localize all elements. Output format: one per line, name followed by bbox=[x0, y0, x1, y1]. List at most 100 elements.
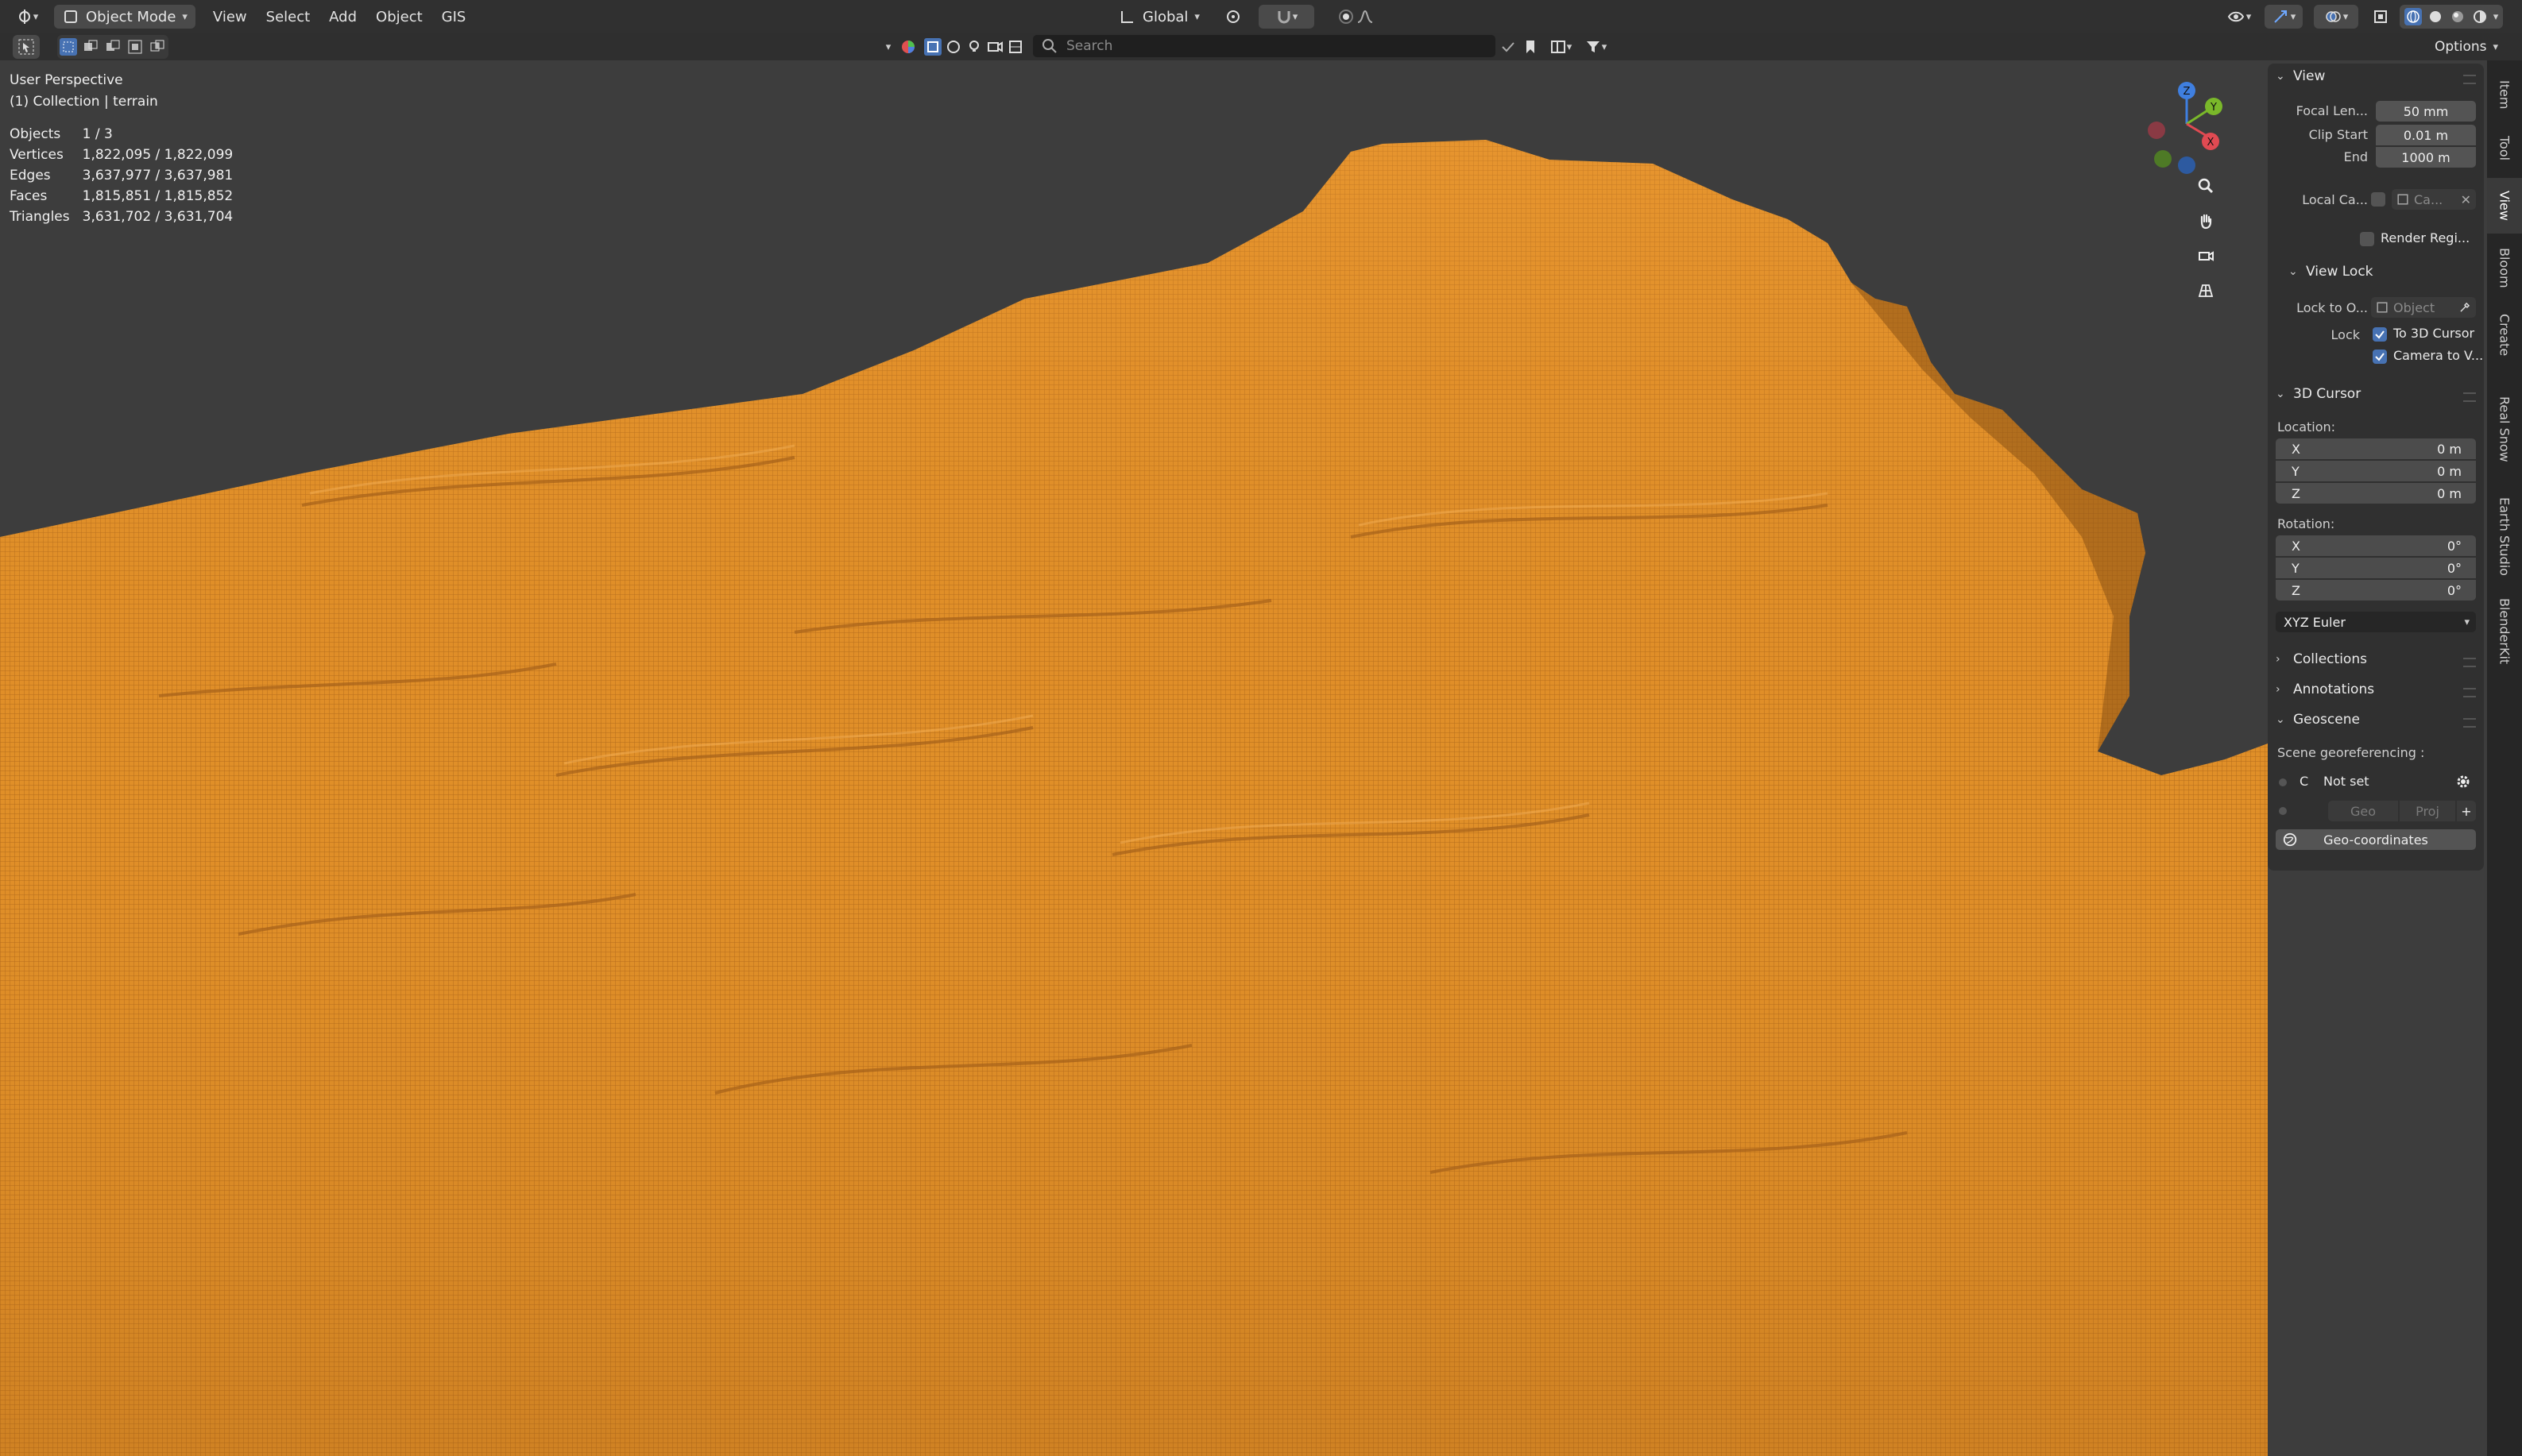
scene-statistics: Objects 1 / 3 Vertices 1,822,095 / 1,822… bbox=[10, 124, 246, 227]
focal-length-field[interactable]: 50 mm bbox=[2376, 101, 2476, 122]
mode-dropdown[interactable]: Object Mode ▾ bbox=[54, 5, 195, 29]
menu-object[interactable]: Object bbox=[366, 3, 432, 30]
geoscene-section-header[interactable]: ⌄ Geoscene bbox=[2276, 712, 2360, 728]
camera-view-button[interactable] bbox=[2190, 240, 2222, 272]
light-filter-icon[interactable] bbox=[965, 38, 983, 56]
view-section-header[interactable]: ⌄ View bbox=[2276, 68, 2325, 84]
display-mode-dropdown[interactable]: ▾ bbox=[1543, 35, 1578, 59]
zoom-button[interactable] bbox=[2190, 170, 2222, 202]
options-dropdown[interactable]: Options ▾ bbox=[2427, 35, 2506, 59]
gizmo-y-label: Y bbox=[2210, 102, 2217, 114]
view-lock-section-header[interactable]: ⌄ View Lock bbox=[2288, 264, 2373, 280]
axis-label: Z bbox=[2292, 485, 2300, 501]
material-shading-icon[interactable] bbox=[2449, 8, 2466, 25]
proj-button[interactable]: Proj bbox=[2400, 801, 2455, 821]
drag-handle-icon[interactable] bbox=[2463, 75, 2476, 84]
overlays-toggle[interactable]: ▾ bbox=[2314, 5, 2358, 29]
falloff-dropdown[interactable] bbox=[1351, 5, 1379, 29]
tab-tool[interactable]: Tool bbox=[2487, 124, 2522, 173]
3d-cursor-section-header[interactable]: ⌄ 3D Cursor bbox=[2276, 386, 2361, 402]
3d-viewport[interactable]: User Perspective (1) Collection | terrai… bbox=[0, 60, 2268, 1456]
rotation-mode-dropdown[interactable]: XYZ Euler ▾ bbox=[2276, 612, 2476, 632]
mesh-filter-icon[interactable] bbox=[924, 38, 942, 56]
chevron-down-icon: ⌄ bbox=[2276, 388, 2285, 400]
cursor-location-z[interactable]: Z 0 m bbox=[2276, 483, 2476, 504]
chevron-down-icon: ⌄ bbox=[2276, 713, 2285, 726]
editor-type-button[interactable]: ▾ bbox=[11, 5, 43, 29]
pivot-point-button[interactable] bbox=[1216, 5, 1251, 29]
stat-label: Edges bbox=[10, 168, 51, 183]
render-region-checkbox[interactable] bbox=[2360, 232, 2374, 246]
transform-orientation-dropdown[interactable]: Global ▾ bbox=[1119, 5, 1200, 29]
tab-real-snow[interactable]: Real Snow bbox=[2487, 373, 2522, 485]
xray-toggle[interactable] bbox=[2369, 5, 2392, 29]
lock-to-object-label: Lock to O... bbox=[2296, 300, 2368, 315]
solid-shading-icon[interactable] bbox=[2427, 8, 2444, 25]
clip-end-field[interactable]: 1000 m bbox=[2376, 147, 2476, 168]
georef-settings-button[interactable] bbox=[2452, 770, 2474, 793]
menu-view[interactable]: View bbox=[203, 3, 257, 30]
cursor-location-x[interactable]: X 0 m bbox=[2276, 438, 2476, 459]
visibility-dropdown[interactable]: ▾ bbox=[2220, 5, 2258, 29]
to-3d-cursor-checkbox[interactable] bbox=[2373, 327, 2387, 342]
navigation-gizmo[interactable]: Z Y X bbox=[2137, 76, 2241, 187]
cursor-rotation-x[interactable]: X 0° bbox=[2276, 535, 2476, 556]
crs-value: Not set bbox=[2323, 774, 2369, 789]
projection-toggle-button[interactable] bbox=[2190, 275, 2222, 307]
tab-create[interactable]: Create bbox=[2487, 302, 2522, 369]
magnet-icon bbox=[1278, 11, 1290, 24]
select-new-icon[interactable] bbox=[60, 38, 77, 56]
camera-to-view-checkbox[interactable] bbox=[2373, 350, 2387, 364]
tab-blenderkit[interactable]: BlenderKit bbox=[2487, 588, 2522, 675]
select-invert-icon[interactable] bbox=[126, 38, 144, 56]
eyedropper-icon[interactable] bbox=[2458, 301, 2471, 314]
sidebar-n-panel: ⌄ View Focal Len... 50 mm Clip Start 0.0… bbox=[2268, 60, 2487, 871]
wireframe-shading-icon[interactable] bbox=[2404, 8, 2422, 25]
menu-select[interactable]: Select bbox=[257, 3, 320, 30]
search-input[interactable]: Search bbox=[1033, 35, 1495, 57]
pan-button[interactable] bbox=[2190, 205, 2222, 237]
add-crs-button[interactable]: + bbox=[2457, 801, 2476, 821]
restrict-toggle[interactable] bbox=[1497, 35, 1519, 59]
drag-handle-icon[interactable] bbox=[2463, 688, 2476, 697]
menu-gis[interactable]: GIS bbox=[432, 3, 476, 30]
clip-start-field[interactable]: 0.01 m bbox=[2376, 125, 2476, 145]
tab-earth-studio[interactable]: Earth Studio bbox=[2487, 489, 2522, 583]
select-subtract-icon[interactable] bbox=[104, 38, 122, 56]
tab-view[interactable]: View bbox=[2487, 178, 2522, 234]
geo-button[interactable]: Geo bbox=[2328, 801, 2398, 821]
bookmark-button[interactable] bbox=[1521, 35, 1540, 59]
select-tool-button[interactable] bbox=[13, 35, 40, 59]
tab-item[interactable]: Item bbox=[2487, 70, 2522, 119]
gizmo-neg-x-axis[interactable] bbox=[2148, 122, 2165, 139]
cursor-rotation-y[interactable]: Y 0° bbox=[2276, 558, 2476, 578]
filter-collapse-button[interactable]: ▾ bbox=[879, 35, 898, 59]
local-camera-field[interactable]: Ca... ✕ bbox=[2392, 189, 2476, 210]
select-extend-icon[interactable] bbox=[82, 38, 99, 56]
annotations-section-header[interactable]: › Annotations bbox=[2276, 682, 2374, 697]
select-intersect-icon[interactable] bbox=[149, 38, 166, 56]
terrain-mesh bbox=[0, 140, 2268, 1456]
gizmo-neg-z-axis[interactable] bbox=[2178, 156, 2195, 174]
other-filter-icon[interactable] bbox=[1007, 38, 1024, 56]
gizmo-toggle[interactable]: ▾ bbox=[2265, 5, 2303, 29]
local-camera-checkbox[interactable] bbox=[2371, 192, 2385, 207]
gizmo-neg-y-axis[interactable] bbox=[2154, 150, 2172, 168]
lock-object-field[interactable]: Object bbox=[2371, 297, 2476, 318]
cursor-rotation-z[interactable]: Z 0° bbox=[2276, 580, 2476, 601]
camera-filter-icon[interactable] bbox=[986, 38, 1004, 56]
rendered-shading-icon[interactable] bbox=[2471, 8, 2489, 25]
drag-handle-icon[interactable] bbox=[2463, 658, 2476, 667]
clear-x-icon[interactable]: ✕ bbox=[2461, 192, 2471, 207]
filter-dropdown[interactable]: ▾ bbox=[1576, 35, 1615, 59]
color-picker-button[interactable] bbox=[898, 35, 919, 59]
drag-handle-icon[interactable] bbox=[2463, 392, 2476, 402]
tab-bloom[interactable]: Bloom bbox=[2487, 238, 2522, 297]
snap-toggle[interactable]: ▾ bbox=[1259, 5, 1314, 29]
menu-add[interactable]: Add bbox=[319, 3, 366, 30]
drag-handle-icon[interactable] bbox=[2463, 718, 2476, 728]
collections-section-header[interactable]: › Collections bbox=[2276, 651, 2367, 667]
cursor-location-y[interactable]: Y 0 m bbox=[2276, 461, 2476, 481]
geo-coordinates-button[interactable]: Geo-coordinates bbox=[2276, 829, 2476, 850]
sphere-filter-icon[interactable] bbox=[945, 38, 962, 56]
